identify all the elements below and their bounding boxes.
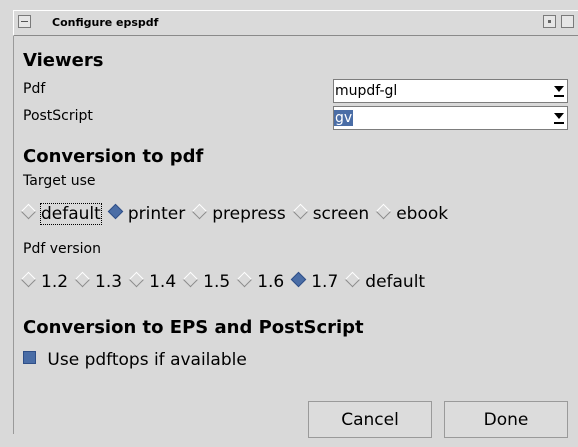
maximize-icon[interactable] <box>561 15 574 28</box>
target-use-label: Target use <box>23 173 96 189</box>
radio-indicator-icon[interactable] <box>375 203 392 220</box>
radio-indicator-icon[interactable] <box>128 271 145 288</box>
pdf-viewer-label: Pdf <box>23 81 46 97</box>
target-use-radio-printer[interactable]: printer <box>107 203 186 224</box>
window-menu-icon[interactable] <box>18 15 31 28</box>
minimize-icon[interactable] <box>543 15 556 28</box>
pdftops-label: Use pdftops if available <box>47 350 247 370</box>
pdftops-checkbox-row[interactable]: Use pdftops if available <box>23 350 247 370</box>
chevron-down-icon[interactable] <box>554 113 564 124</box>
chevron-down-icon[interactable] <box>554 86 564 97</box>
postscript-viewer-combo[interactable]: gv <box>333 106 568 130</box>
target-use-radio-group: default printer prepress screen ebook <box>20 203 457 225</box>
target-use-radio-ebook[interactable]: ebook <box>375 203 449 224</box>
done-button[interactable]: Done <box>444 401 568 438</box>
pdf-version-radio-1-3[interactable]: 1.3 <box>74 271 123 292</box>
pdf-version-radio-1-6[interactable]: 1.6 <box>236 271 285 292</box>
pdf-version-label: Pdf version <box>23 241 101 257</box>
postscript-viewer-value: gv <box>334 110 354 126</box>
cancel-button[interactable]: Cancel <box>308 401 432 438</box>
pdf-version-radio-1-7[interactable]: 1.7 <box>290 271 339 292</box>
pdf-version-radio-label: 1.6 <box>257 272 285 292</box>
target-use-radio-label: printer <box>127 204 186 224</box>
pdf-version-radio-label: 1.2 <box>41 272 69 292</box>
pdf-version-radio-1-5[interactable]: 1.5 <box>182 271 231 292</box>
viewers-heading: Viewers <box>23 50 104 71</box>
postscript-viewer-label: PostScript <box>23 108 93 124</box>
target-use-radio-default[interactable]: default <box>20 203 102 225</box>
radio-indicator-icon[interactable] <box>20 271 37 288</box>
radio-indicator-icon[interactable] <box>290 271 307 288</box>
radio-indicator-icon[interactable] <box>182 271 199 288</box>
target-use-radio-prepress[interactable]: prepress <box>191 203 286 224</box>
radio-indicator-icon[interactable] <box>292 203 308 220</box>
radio-indicator-icon[interactable] <box>236 271 253 288</box>
radio-indicator-icon[interactable] <box>345 271 361 288</box>
radio-indicator-icon[interactable] <box>191 203 208 220</box>
conversion-eps-heading: Conversion to EPS and PostScript <box>23 317 364 338</box>
pdf-version-radio-label: 1.5 <box>203 272 231 292</box>
pdf-version-radio-label: 1.7 <box>311 272 339 292</box>
radio-indicator-icon[interactable] <box>74 271 91 288</box>
conversion-pdf-heading: Conversion to pdf <box>23 146 204 167</box>
radio-indicator-icon[interactable] <box>20 203 37 220</box>
target-use-radio-screen[interactable]: screen <box>292 203 370 224</box>
pdf-version-radio-label: 1.4 <box>149 272 177 292</box>
title-bar[interactable]: Configure epspdf <box>13 10 578 36</box>
pdf-version-radio-1-4[interactable]: 1.4 <box>128 271 177 292</box>
window-left-border <box>13 36 14 434</box>
target-use-radio-label: default <box>40 203 102 225</box>
window-title: Configure epspdf <box>52 16 159 29</box>
target-use-radio-label: screen <box>312 204 370 224</box>
pdf-version-radio-1-2[interactable]: 1.2 <box>20 271 69 292</box>
pdf-version-radio-group: 1.2 1.3 1.4 1.5 1.6 1.7 default <box>20 271 434 292</box>
pdf-version-radio-default[interactable]: default <box>345 271 426 292</box>
pdf-version-radio-label: 1.3 <box>95 272 123 292</box>
pdf-viewer-combo[interactable]: mupdf-gl <box>333 79 568 103</box>
target-use-radio-label: ebook <box>396 204 449 224</box>
pdf-viewer-value: mupdf-gl <box>335 83 398 99</box>
pdftops-checkbox[interactable] <box>23 351 36 364</box>
radio-indicator-icon[interactable] <box>107 203 124 220</box>
target-use-radio-label: prepress <box>212 204 286 224</box>
pdf-version-radio-label: default <box>365 272 426 292</box>
